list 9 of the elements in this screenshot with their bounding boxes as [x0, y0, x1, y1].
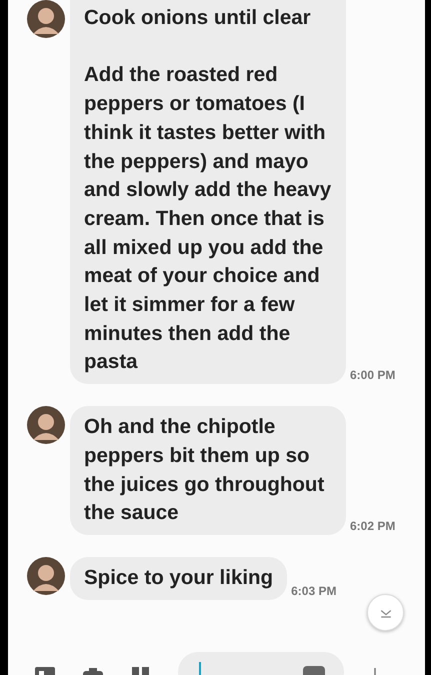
message-time: 6:02 PM: [350, 518, 396, 533]
message-bubble: Cook onions until clear Add the roasted red peppers or tomatoes (I think it tastes better with the peppers) and mayo and slowly add the heavy cream. Then once that is all mixed up you add the meat of your choice and let it simmer for a few minutes then add the pasta: [70, 0, 346, 384]
avatar-icon: [27, 556, 65, 595]
message-time: 6:03 PM: [291, 584, 336, 598]
avatar-icon: [27, 406, 65, 444]
message-bubble: Oh and the chipotle peppers bit them up so the juices go throughout the sauce: [70, 406, 346, 535]
message-bubble: Spice to your liking: [70, 556, 288, 600]
avatar-icon: [27, 0, 65, 38]
message-time: 6:00 PM: [350, 368, 396, 382]
